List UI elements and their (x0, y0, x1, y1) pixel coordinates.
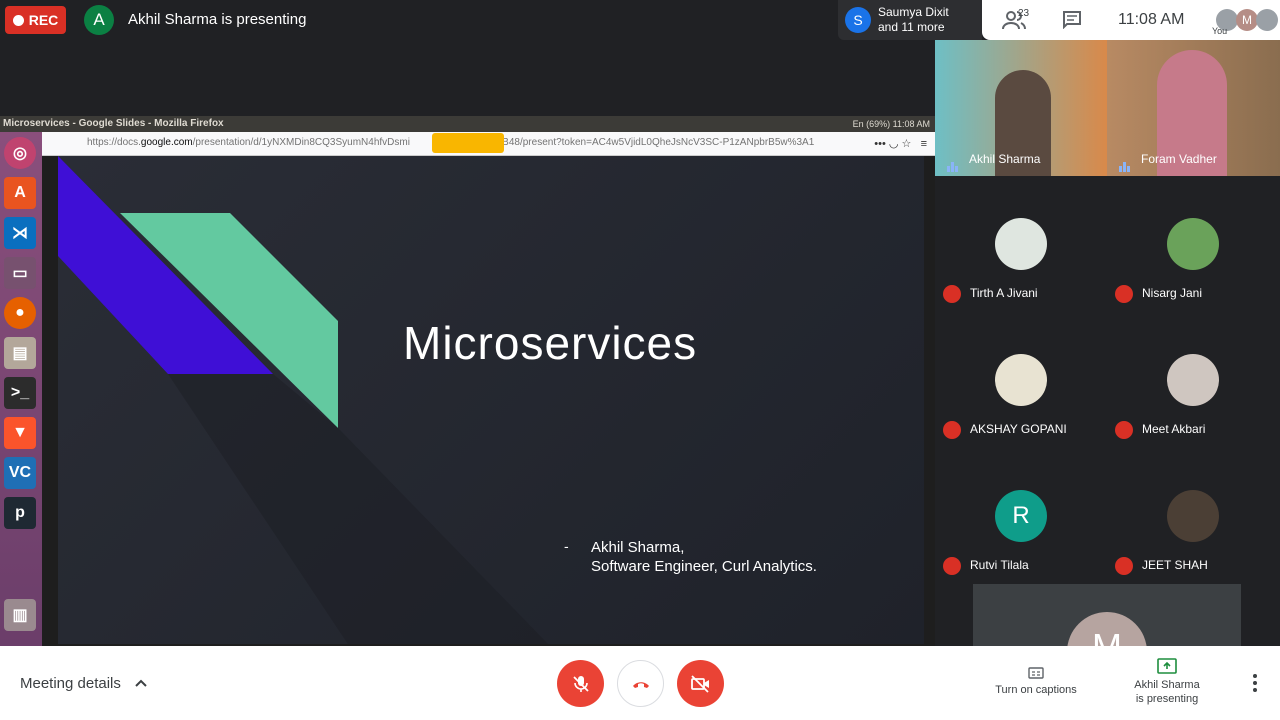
notification-line2: and 11 more (878, 20, 945, 34)
p-app-icon[interactable]: p (4, 497, 36, 529)
url-domain: google.com (140, 137, 193, 148)
slide-author: Akhil Sharma, Software Engineer, Curl An… (591, 538, 817, 576)
system-status: En (69%) 11:08 AM (852, 119, 930, 129)
participant-tile[interactable]: R Rutvi Tilala (935, 448, 1107, 584)
self-label: You (1212, 26, 1228, 36)
url-prefix: https://docs. (87, 137, 141, 148)
self-avatar: M (1067, 612, 1147, 646)
hang-up-icon (632, 681, 649, 688)
notification-line1: Saumya Dixit (878, 5, 949, 19)
more-options-icon[interactable] (1246, 672, 1264, 694)
mic-off-icon (943, 557, 961, 575)
avatar (1167, 490, 1219, 542)
leave-call-button[interactable] (617, 660, 664, 707)
participant-name: Tirth A Jivani (970, 286, 1038, 300)
meet-controls-bar: Meeting details Turn on captions Akhil S… (0, 646, 1280, 720)
avatar (1167, 354, 1219, 406)
slide-dash: - (564, 538, 569, 554)
participant-name: Nisarg Jani (1142, 286, 1203, 300)
meeting-clock: 11:08 AM (1118, 11, 1185, 28)
present-screen-icon (1157, 658, 1177, 674)
url-actions[interactable]: ••• ◡ ☆ ≡ (874, 137, 927, 150)
avatar (995, 218, 1047, 270)
url-tail: xPcdB48/present?token=AC4w5VjidL0QheJsNc… (479, 137, 815, 148)
participant-tile[interactable]: Tirth A Jivani (935, 176, 1107, 312)
meet-top-bar: REC A Akhil Sharma is presenting (0, 0, 935, 40)
participant-name: Meet Akbari (1142, 422, 1206, 436)
notification-avatar: S (845, 7, 871, 33)
join-notification[interactable]: S Saumya Dixit and 11 more (838, 0, 982, 40)
participant-name: JEET SHAH (1142, 558, 1208, 572)
layout-grid-icon (1256, 9, 1278, 31)
rec-label: REC (28, 12, 59, 28)
terminal-icon[interactable]: >_ (4, 377, 36, 409)
participant-name: Rutvi Tilala (970, 558, 1029, 572)
participant-tile[interactable]: Nisarg Jani (1107, 176, 1279, 312)
video-tile-foram[interactable]: Foram Vadher (1107, 40, 1280, 176)
window-title: Microservices - Google Slides - Mozilla … (3, 118, 224, 129)
notification-text: Saumya Dixit and 11 more (878, 5, 949, 35)
record-dot-icon (12, 14, 24, 26)
captions-label: Turn on captions (995, 684, 1077, 696)
firefox-title-bar: Microservices - Google Slides - Mozilla … (0, 116, 935, 132)
author-name: Akhil Sharma, (591, 539, 685, 556)
trash-icon[interactable]: ▥ (4, 599, 36, 631)
shadow-stripe (168, 374, 548, 644)
camera-off-icon (690, 674, 709, 693)
presenting-status-button[interactable]: Akhil Sharma is presenting (1122, 658, 1212, 706)
vc-icon[interactable]: VC (4, 457, 36, 489)
participant-count: 23 (1018, 8, 1030, 19)
participant-grid: Akhil Sharma Foram Vadher Tirth A Jivani… (935, 40, 1280, 646)
self-avatar: M (1236, 9, 1258, 31)
url-path: /presentation/d/1yNXMDin8CQ3SyumN4hfvDsm… (192, 137, 410, 148)
self-tile[interactable]: M (973, 584, 1241, 646)
avatar (1167, 218, 1219, 270)
captions-button[interactable]: Turn on captions (990, 664, 1082, 696)
avatar (995, 354, 1047, 406)
video-tile-akhil[interactable]: Akhil Sharma (935, 40, 1107, 176)
chat-icon[interactable] (1062, 11, 1082, 29)
mic-toggle-button[interactable] (557, 660, 604, 707)
mic-off-icon (943, 285, 961, 303)
brave-icon[interactable]: ▼ (4, 417, 36, 449)
mic-off-icon (1115, 557, 1133, 575)
mic-off-icon (572, 675, 589, 692)
speaking-indicator-icon (1119, 154, 1133, 172)
participant-tile[interactable]: Meet Akbari (1107, 312, 1279, 448)
archive-icon[interactable]: ▤ (4, 337, 36, 369)
participant-name: Akhil Sharma (969, 152, 1041, 166)
author-role: Software Engineer, Curl Analytics. (591, 558, 817, 575)
mic-off-icon (1115, 285, 1133, 303)
recording-badge[interactable]: REC (5, 6, 66, 34)
slide-title: Microservices (403, 317, 698, 369)
presenting-label: Akhil Sharma is presenting (128, 11, 307, 28)
avatar: R (995, 490, 1047, 542)
participant-tile[interactable]: AKSHAY GOPANI (935, 312, 1107, 448)
mic-off-icon (1115, 421, 1133, 439)
meet-header-right: 23 11:08 AM M (982, 0, 1280, 40)
mic-off-icon (943, 421, 961, 439)
presenter-avatar: A (84, 5, 114, 35)
presenting-line1: Akhil Sharma (1134, 679, 1200, 691)
captions-icon (1028, 667, 1044, 679)
presentation-slide: Microservices - Akhil Sharma, Software E… (58, 156, 924, 644)
firefox-url-bar[interactable]: https://docs.google.com/presentation/d/1… (42, 132, 935, 156)
participant-tile[interactable]: JEET SHAH (1107, 448, 1279, 584)
presenting-line2: is presenting (1135, 693, 1199, 705)
shared-screen: Microservices - Google Slides - Mozilla … (0, 116, 935, 646)
participant-name: Foram Vadher (1141, 152, 1217, 166)
software-center-icon[interactable]: A (4, 177, 36, 209)
meeting-details-button[interactable]: Meeting details (20, 675, 121, 692)
files-icon[interactable]: ▭ (4, 257, 36, 289)
firefox-icon[interactable]: ● (4, 297, 36, 329)
vscode-icon[interactable]: ⋊ (4, 217, 36, 249)
speaking-indicator-icon (947, 154, 961, 172)
ubuntu-icon[interactable]: ◎ (4, 137, 36, 169)
screen-share-indicator[interactable] (432, 133, 504, 153)
camera-toggle-button[interactable] (677, 660, 724, 707)
participant-name: AKSHAY GOPANI (970, 422, 1067, 436)
ubuntu-dock: ◎ A ⋊ ▭ ● ▤ >_ ▼ VC p ▥ (0, 132, 42, 646)
chevron-up-icon[interactable] (134, 676, 148, 690)
